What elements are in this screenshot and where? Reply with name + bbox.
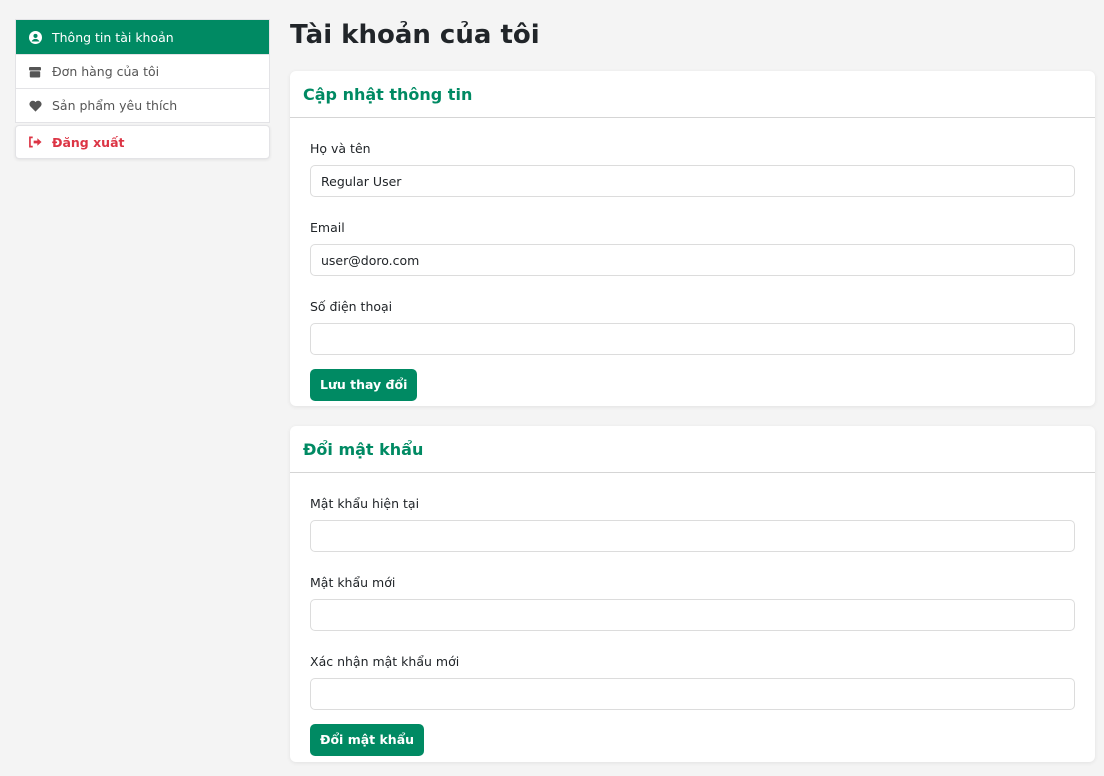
current-password-input[interactable] <box>310 520 1075 552</box>
sidebar-item-label: Sản phẩm yêu thích <box>52 98 178 113</box>
sidebar-item-account-info[interactable]: Thông tin tài khoản <box>16 20 269 54</box>
name-label: Họ và tên <box>310 141 371 156</box>
email-label: Email <box>310 220 345 235</box>
password-card-title: Đổi mật khẩu <box>290 426 1095 473</box>
sidebar-item-favorites[interactable]: Sản phẩm yêu thích <box>16 88 269 122</box>
sidebar-item-label: Đơn hàng của tôi <box>52 64 160 79</box>
phone-label: Số điện thoại <box>310 299 393 314</box>
save-button[interactable]: Lưu thay đổi <box>310 368 418 401</box>
user-circle-icon <box>28 30 42 44</box>
page-title: Tài khoản của tôi <box>290 20 540 50</box>
confirm-password-label: Xác nhận mật khẩu mới <box>310 654 460 669</box>
heart-icon <box>28 99 42 113</box>
logout-button[interactable]: Đăng xuất <box>15 125 270 159</box>
sign-out-icon <box>28 135 42 149</box>
password-card: Đổi mật khẩu Mật khẩu hiện tại Mật khẩu … <box>290 426 1095 762</box>
name-input[interactable] <box>310 165 1075 197</box>
new-password-label: Mật khẩu mới <box>310 575 396 590</box>
change-password-button[interactable]: Đổi mật khẩu <box>310 723 425 756</box>
sidebar-item-orders[interactable]: Đơn hàng của tôi <box>16 54 269 88</box>
profile-card-title: Cập nhật thông tin <box>290 71 1095 118</box>
email-input[interactable] <box>310 244 1075 276</box>
sidebar: Thông tin tài khoản Đơn hàng của tôi Sản… <box>15 19 270 159</box>
sidebar-item-label: Thông tin tài khoản <box>52 29 174 45</box>
phone-input[interactable] <box>310 323 1075 355</box>
confirm-password-input[interactable] <box>310 678 1075 710</box>
logout-label: Đăng xuất <box>52 134 125 150</box>
box-icon <box>28 65 42 79</box>
profile-card: Cập nhật thông tin Họ và tên Email Số đi… <box>290 71 1095 406</box>
sidebar-nav: Thông tin tài khoản Đơn hàng của tôi Sản… <box>15 19 270 123</box>
current-password-label: Mật khẩu hiện tại <box>310 496 420 511</box>
new-password-input[interactable] <box>310 599 1075 631</box>
